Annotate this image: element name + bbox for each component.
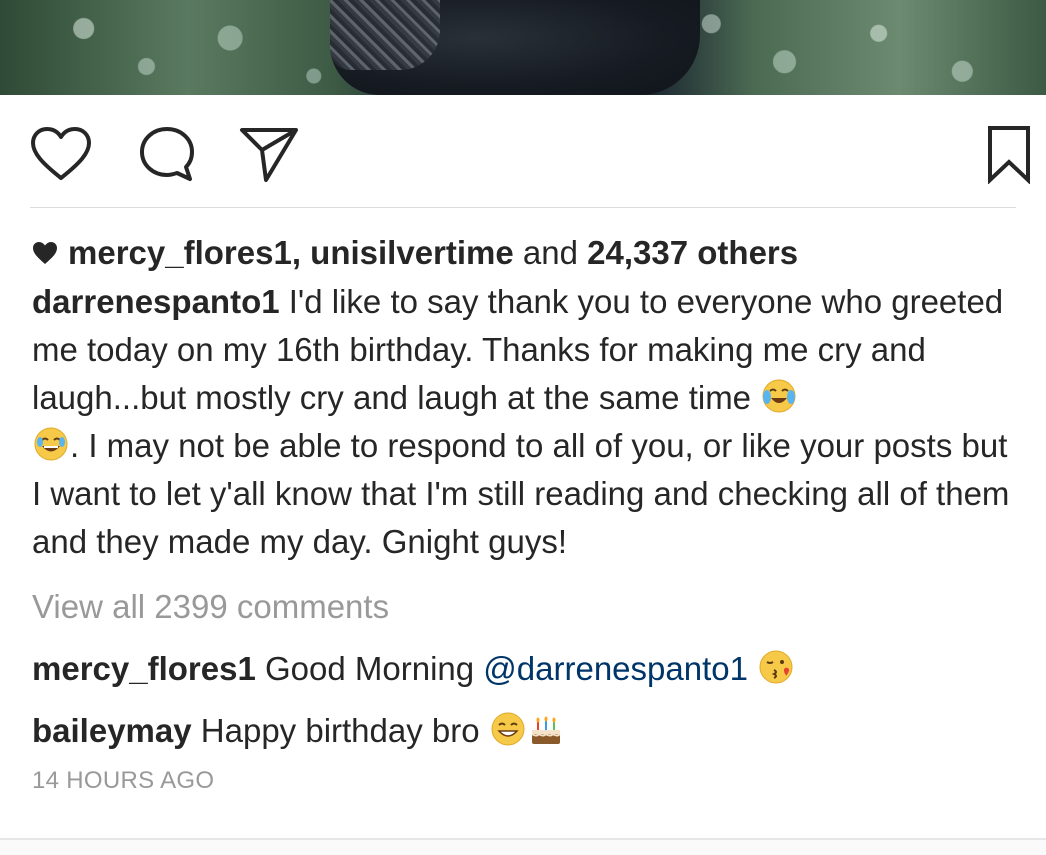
likes-and-text: and — [522, 234, 578, 271]
share-button[interactable] — [238, 125, 300, 183]
comment-username[interactable]: baileymay — [32, 712, 192, 749]
face-with-tears-of-joy-emoji — [34, 427, 68, 461]
photo-scarf — [330, 0, 440, 70]
post-photo[interactable] — [0, 0, 1046, 95]
comment-username[interactable]: mercy_flores1 — [32, 650, 256, 687]
likes-others-count[interactable]: 24,337 others — [587, 230, 798, 276]
heart-outline-icon — [31, 127, 91, 180]
liker-username-2[interactable]: unisilvertime — [310, 230, 514, 276]
action-divider — [30, 207, 1016, 208]
birthday-cake-emoji — [531, 716, 561, 744]
bookmark-icon — [988, 126, 1030, 184]
comment-item: mercy_flores1 Good Morning @darrenespant… — [32, 646, 1022, 692]
post-timestamp: 14 HOURS AGO — [32, 767, 215, 794]
paper-plane-icon — [240, 128, 298, 182]
comment-text: Happy birthday bro — [200, 712, 480, 749]
next-post-edge — [0, 840, 1046, 855]
comment-button[interactable] — [136, 125, 198, 183]
comment-mention[interactable]: @darrenespanto1 — [483, 650, 748, 687]
comment-item: baileymay Happy birthday bro — [32, 708, 1022, 754]
post-details: mercy_flores1, unisilvertime and 24,337 … — [32, 230, 1022, 796]
post-caption: darrenespanto1 I'd like to say thank you… — [32, 278, 1022, 566]
caption-text-2: . I may not be able to respond to all of… — [32, 427, 1010, 560]
comment-text: Good Morning — [265, 650, 475, 687]
view-all-comments-link[interactable]: View all 2399 comments — [32, 584, 389, 630]
likes-summary[interactable]: mercy_flores1, unisilvertime and 24,337 … — [32, 230, 1022, 276]
kissing-face-emoji — [759, 650, 793, 684]
likes-separator: , — [291, 234, 301, 271]
comment-bubble-icon — [140, 127, 194, 181]
liker-username-1[interactable]: mercy_flores1 — [68, 230, 292, 276]
save-button[interactable] — [978, 125, 1040, 184]
action-bar — [0, 95, 1046, 207]
grinning-face-emoji — [491, 712, 525, 746]
crying-laughing-emoji — [762, 379, 796, 413]
like-button[interactable] — [30, 125, 92, 183]
heart-filled-icon — [33, 242, 57, 264]
caption-username[interactable]: darrenespanto1 — [32, 283, 280, 320]
